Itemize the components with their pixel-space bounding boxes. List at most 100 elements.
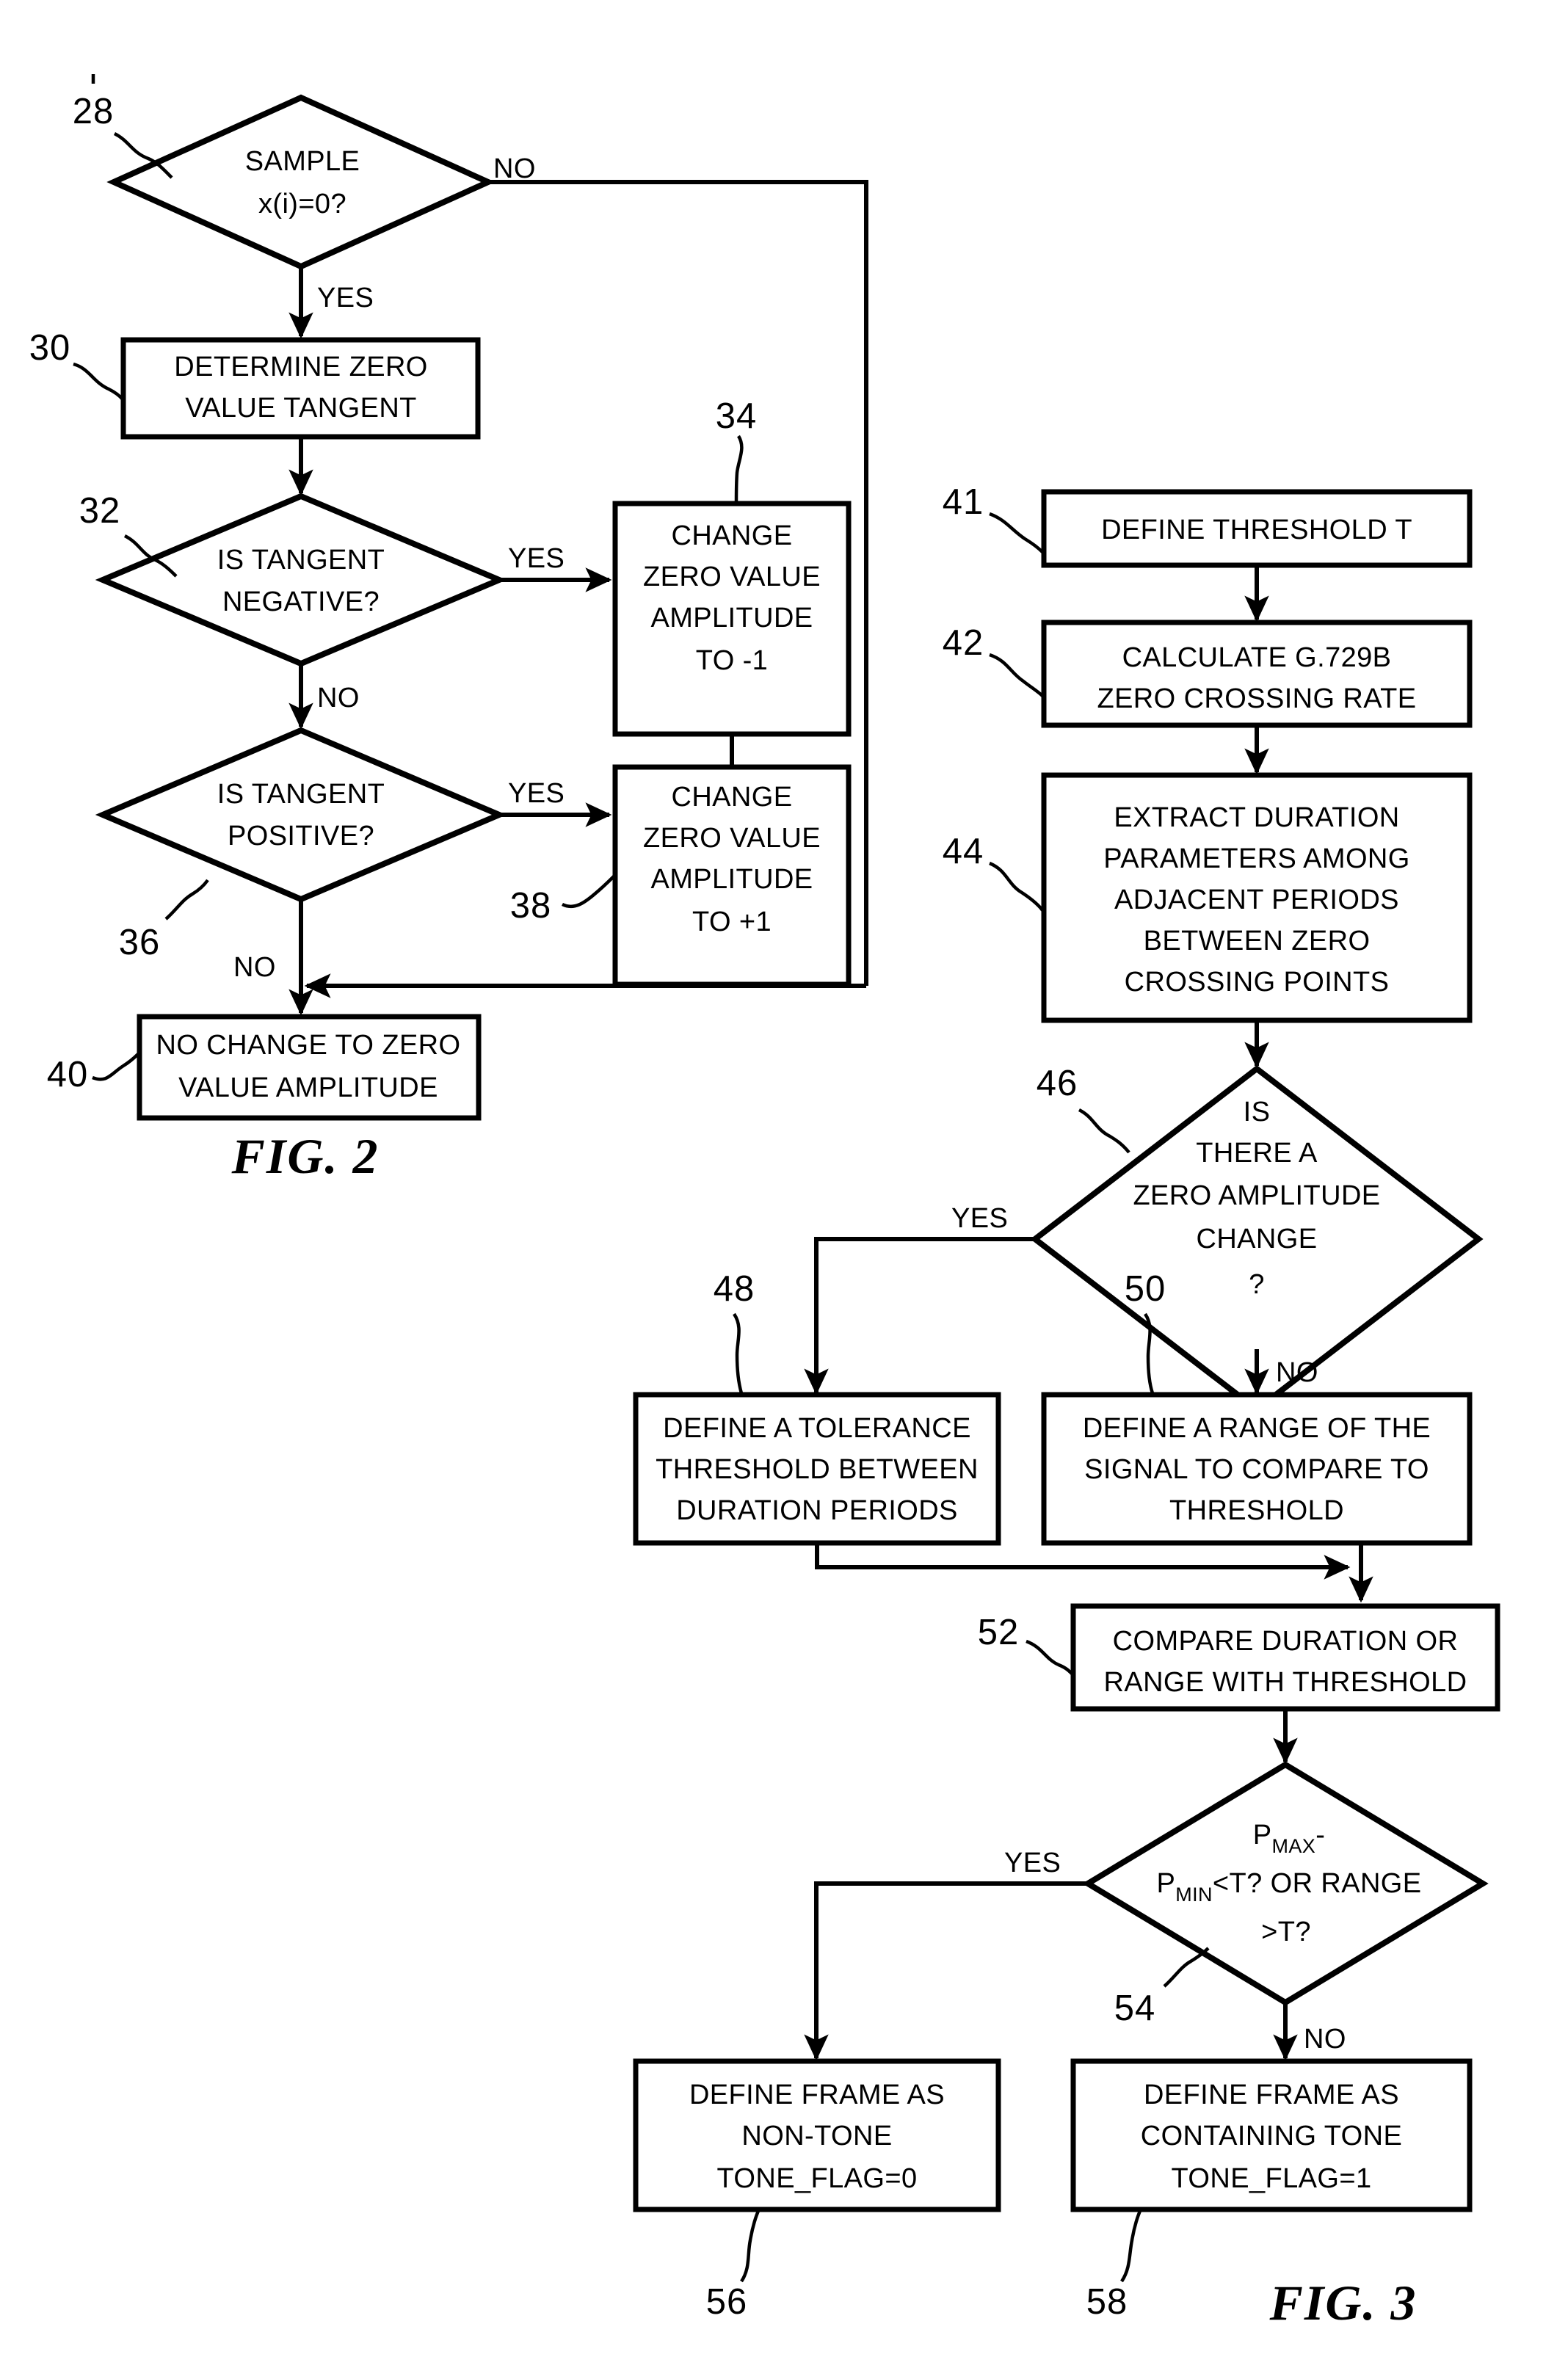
node-40-process: NO CHANGE TO ZERO VALUE AMPLITUDE 40 [47, 1014, 482, 1121]
node-44-leader [989, 861, 1044, 912]
node-28-shape [106, 94, 496, 270]
node-44-ref: 44 [943, 832, 984, 871]
node-46-line-4: CHANGE [1197, 1224, 1318, 1254]
node-54-decision: PMAX- PMIN<T? OR RANGE >T? 54 [1082, 1761, 1489, 2028]
node-48-line-2: THRESHOLD BETWEEN [656, 1454, 979, 1485]
node-28-ref: 28 [73, 92, 115, 131]
node-50-line-3: THRESHOLD [1169, 1495, 1344, 1526]
node-54-p-min-sub: MIN [1175, 1884, 1213, 1906]
node-48-line-3: DURATION PERIODS [676, 1495, 958, 1526]
branch-label-54-no: NO [1304, 2024, 1346, 2055]
node-38-leader [561, 875, 615, 909]
figure-3-group: DEFINE THRESHOLD T 41 CALCULATE G.729B Z… [633, 482, 1500, 2331]
node-54-ref: 54 [1114, 1989, 1156, 2028]
node-30-process: DETERMINE ZERO VALUE TANGENT 30 [29, 328, 481, 440]
node-30-line-2: VALUE TANGENT [185, 393, 417, 424]
node-41-process: DEFINE THRESHOLD T 41 [943, 482, 1473, 568]
figure-2-caption: FIG. 2 [231, 1128, 380, 1184]
node-46-line-3: ZERO AMPLITUDE [1133, 1180, 1380, 1211]
node-44-process: EXTRACT DURATION PARAMETERS AMONG ADJACE… [943, 772, 1473, 1023]
node-30-leader [73, 362, 124, 401]
branch-label-32-no: NO [317, 683, 360, 713]
node-42-ref: 42 [943, 623, 984, 663]
node-46-ref: 46 [1037, 1064, 1078, 1103]
node-32-decision: IS TANGENT NEGATIVE? 32 [79, 491, 507, 667]
node-58-line-1: DEFINE FRAME AS [1144, 2080, 1399, 2110]
node-54-p-max-tail: - [1315, 1820, 1325, 1851]
node-34-ref: 34 [716, 396, 758, 436]
node-28-line-2: x(i)=0? [258, 189, 346, 219]
node-56-leader [740, 2208, 761, 2283]
node-30-line-1: DETERMINE ZERO [174, 352, 428, 382]
node-46-leader [1078, 1108, 1130, 1154]
node-28-line-1: SAMPLE [245, 146, 360, 177]
node-34-process: CHANGE ZERO VALUE AMPLITUDE TO -1 34 [612, 396, 852, 737]
node-42-line-2: ZERO CROSSING RATE [1097, 683, 1416, 714]
figure-3-caption: FIG. 3 [1269, 2275, 1418, 2331]
patent-drawing-sheet: SAMPLE x(i)=0? 28 NO YES DETERMINE ZERO … [0, 0, 1568, 2357]
node-58-line-3: TONE_FLAG=1 [1172, 2163, 1372, 2194]
node-54-formula-line-3: >T? [1261, 1917, 1311, 1947]
node-56-process: DEFINE FRAME AS NON-TONE TONE_FLAG=0 56 [633, 2058, 1001, 2322]
node-36-leader [164, 879, 209, 920]
node-42-process: CALCULATE G.729B ZERO CROSSING RATE 42 [943, 620, 1473, 728]
node-34-leader [734, 435, 744, 503]
node-52-line-2: RANGE WITH THRESHOLD [1103, 1667, 1467, 1698]
node-38-line-1: CHANGE [672, 782, 793, 813]
edge-46-yes [804, 1237, 1035, 1395]
branch-label-36-yes: YES [508, 778, 565, 809]
node-50-line-1: DEFINE A RANGE OF THE [1083, 1413, 1431, 1444]
node-46-line-2: THERE A [1196, 1138, 1318, 1169]
node-44-line-2: PARAMETERS AMONG [1103, 843, 1409, 874]
node-54-p-min-tail: <T? OR RANGE [1213, 1868, 1422, 1899]
branch-label-54-yes: YES [1004, 1848, 1061, 1878]
node-52-line-1: COMPARE DURATION OR [1113, 1626, 1459, 1657]
node-52-process: COMPARE DURATION OR RANGE WITH THRESHOLD… [978, 1603, 1500, 1712]
node-34-line-1: CHANGE [672, 520, 793, 551]
node-54-leader [1163, 1947, 1210, 1988]
branch-label-28-yes: YES [317, 283, 374, 313]
node-44-line-5: CROSSING POINTS [1125, 967, 1390, 998]
node-38-line-4: TO +1 [692, 907, 772, 937]
node-50-line-2: SIGNAL TO COMPARE TO [1084, 1454, 1429, 1485]
branch-label-36-no: NO [233, 952, 276, 983]
node-54-p-max-base: P [1253, 1820, 1272, 1851]
edge-48-merge [815, 1543, 1351, 1580]
node-38-ref: 38 [510, 886, 552, 926]
node-46-line-1: IS [1244, 1097, 1271, 1127]
branch-label-32-yes: YES [508, 543, 565, 574]
node-32-ref: 32 [79, 491, 121, 531]
node-40-line-1: NO CHANGE TO ZERO [156, 1030, 460, 1061]
node-58-leader [1120, 2208, 1143, 2283]
node-40-line-2: VALUE AMPLITUDE [178, 1072, 438, 1103]
figure-2-group: SAMPLE x(i)=0? 28 NO YES DETERMINE ZERO … [29, 74, 868, 1184]
node-58-ref: 58 [1086, 2282, 1128, 2322]
node-41-ref: 41 [943, 482, 984, 522]
node-54-p-min-base: P [1156, 1868, 1175, 1899]
node-36-line-2: POSITIVE? [228, 821, 374, 851]
node-32-line-1: IS TANGENT [217, 545, 385, 575]
node-36-shape [95, 727, 507, 903]
node-58-line-2: CONTAINING TONE [1141, 2121, 1402, 2151]
node-32-line-2: NEGATIVE? [222, 586, 380, 617]
node-56-line-1: DEFINE FRAME AS [689, 2080, 945, 2110]
node-34-line-2: ZERO VALUE [643, 562, 821, 592]
node-48-leader [733, 1312, 744, 1394]
node-32-shape [95, 493, 507, 667]
node-46-line-5: ? [1249, 1269, 1265, 1300]
node-34-line-4: TO -1 [696, 645, 768, 676]
node-40-ref: 40 [47, 1055, 89, 1094]
node-52-ref: 52 [978, 1613, 1020, 1652]
node-34-line-3: AMPLITUDE [650, 603, 813, 633]
node-56-ref: 56 [706, 2282, 748, 2322]
node-50-ref: 50 [1125, 1269, 1166, 1309]
node-42-leader [989, 653, 1044, 697]
node-54-p-max-sub: MAX [1271, 1835, 1315, 1857]
edge-54-yes [804, 1881, 1088, 2061]
node-44-line-4: BETWEEN ZERO [1144, 926, 1371, 956]
node-41-leader [989, 512, 1044, 553]
branch-label-28-no: NO [493, 153, 536, 184]
node-48-line-1: DEFINE A TOLERANCE [663, 1413, 971, 1444]
flowchart-canvas: SAMPLE x(i)=0? 28 NO YES DETERMINE ZERO … [29, 74, 1500, 2331]
node-44-line-1: EXTRACT DURATION [1114, 802, 1399, 833]
